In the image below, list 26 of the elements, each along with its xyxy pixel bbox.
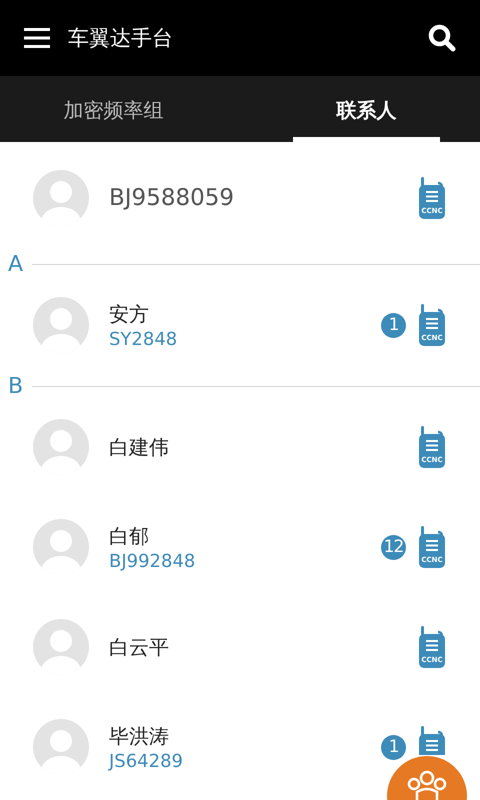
unread-badge: 12 xyxy=(381,534,406,560)
tab[interactable]: 加密频率组 xyxy=(40,76,187,142)
avatar-icon xyxy=(33,170,89,226)
menu-icon[interactable] xyxy=(24,28,50,48)
avatar-icon xyxy=(33,619,89,675)
contact-id: BJ992848 xyxy=(109,550,196,572)
section-letter: B xyxy=(7,374,24,398)
avatar-icon xyxy=(33,419,89,475)
unread-badge: 1 xyxy=(381,734,406,760)
contact-name: BJ9588059 xyxy=(109,184,235,210)
contact-name: 白建伟 xyxy=(109,434,170,460)
contact-name: 白云平 xyxy=(109,634,170,660)
group-fab-button[interactable] xyxy=(387,756,467,800)
avatar-icon xyxy=(33,519,89,575)
section-letter: A xyxy=(7,252,24,276)
avatar-icon xyxy=(33,719,89,775)
avatar-icon xyxy=(33,297,89,353)
search-icon[interactable] xyxy=(428,24,456,52)
tab[interactable]: 联系人 xyxy=(293,76,440,142)
contact-name: 安方 xyxy=(109,300,150,328)
contact-id: JS64289 xyxy=(109,750,184,772)
contact-id: SY2848 xyxy=(109,328,178,350)
contact-name: 毕洪涛 xyxy=(109,722,170,750)
unread-badge: 1 xyxy=(381,312,406,338)
app-title: 车翼达手台 xyxy=(68,25,174,52)
contact-name: 白郁 xyxy=(109,522,150,550)
